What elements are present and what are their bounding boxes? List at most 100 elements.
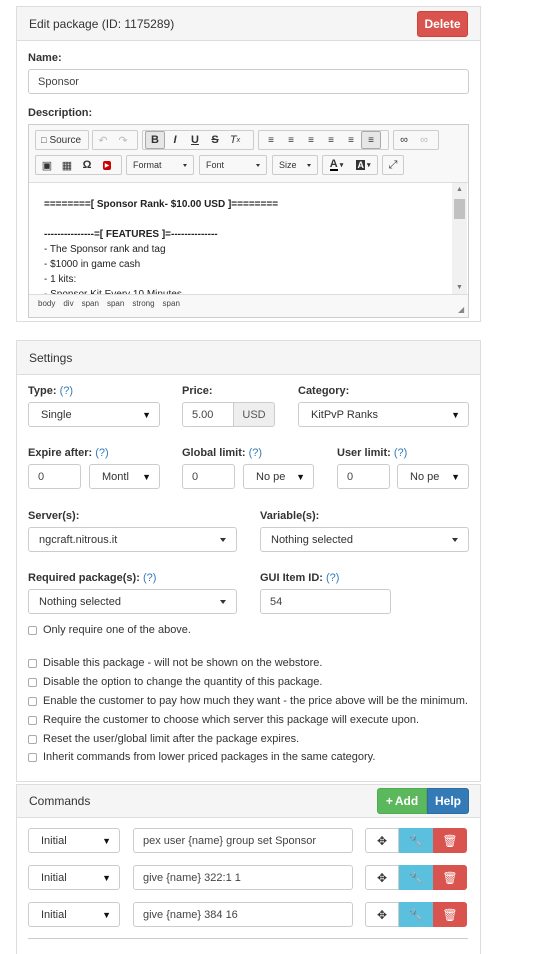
underline-icon[interactable]: U	[185, 131, 205, 149]
delete-command-button[interactable]: 🗑	[433, 828, 467, 853]
help-link[interactable]: (?)	[143, 572, 156, 584]
dropdown-arrow-icon: ▼	[102, 909, 111, 920]
trigger-select[interactable]: Initial ▼	[28, 828, 120, 853]
checkbox[interactable]	[28, 625, 37, 635]
checkbox[interactable]	[28, 734, 37, 744]
move-button[interactable]: ✥	[365, 902, 399, 927]
edit-button[interactable]: 🔧	[399, 828, 433, 853]
help-link[interactable]: (?)	[326, 572, 339, 584]
option-checkbox[interactable]: Disable this package - will not be shown…	[28, 657, 322, 669]
trigger-select[interactable]: Initial ▼	[28, 865, 120, 890]
link-icon[interactable]: ∞	[394, 131, 414, 149]
option-checkbox[interactable]: Inherit commands from lower priced packa…	[28, 751, 375, 763]
scroll-up-icon[interactable]: ▲	[456, 186, 463, 193]
help-link[interactable]: (?)	[95, 447, 108, 459]
path-item[interactable]: body	[38, 299, 55, 308]
source-button[interactable]: □ Source	[35, 130, 89, 150]
italic-icon[interactable]: I	[165, 131, 185, 149]
resize-handle-icon[interactable]: ◢	[458, 305, 464, 314]
delete-command-button[interactable]: 🗑	[433, 865, 467, 890]
edit-button[interactable]: 🔧	[399, 902, 433, 927]
global-limit-period-select[interactable]: No pe ▼	[243, 464, 314, 489]
editor-content[interactable]: ========[ Sponsor Rank- $10.00 USD ]====…	[29, 182, 468, 295]
editor-line: ---------------=[ FEATURES ]=-----------…	[44, 229, 218, 240]
command-input[interactable]: give {name} 384 16	[133, 902, 353, 927]
move-button[interactable]: ✥	[365, 865, 399, 890]
edit-button[interactable]: 🔧	[399, 865, 433, 890]
checkbox[interactable]	[28, 677, 37, 687]
special-char-icon[interactable]: Ω	[77, 156, 97, 174]
checkbox[interactable]	[28, 715, 37, 725]
variables-value: Nothing selected	[271, 533, 353, 546]
command-input[interactable]: give {name} 322:1 1	[133, 865, 353, 890]
path-item[interactable]: strong	[132, 299, 154, 308]
text-color-icon[interactable]: A ▾	[323, 156, 350, 174]
required-select[interactable]: Nothing selected	[28, 589, 237, 614]
trigger-select[interactable]: Initial ▼	[28, 902, 120, 927]
undo-icon[interactable]: ↶	[93, 131, 113, 149]
align-right-icon[interactable]: ≡	[341, 131, 361, 149]
help-button[interactable]: Help	[427, 788, 469, 814]
font-dropdown[interactable]: Font	[199, 155, 267, 175]
panel-header: Edit package (ID: 1175289) Delete	[17, 7, 480, 41]
user-limit-period-select[interactable]: No pe ▼	[397, 464, 469, 489]
trigger-value: Initial	[41, 871, 67, 884]
option-checkbox[interactable]: Reset the user/global limit after the pa…	[28, 733, 299, 745]
table-icon[interactable]: ▦	[57, 156, 77, 174]
option-checkbox[interactable]: Disable the option to change the quantit…	[28, 676, 322, 688]
bg-color-icon[interactable]: A ▾	[350, 156, 377, 174]
image-icon[interactable]: ▣	[37, 156, 57, 174]
bullet-list-icon[interactable]: ≡	[281, 131, 301, 149]
dropdown-arrow-icon: ▼	[142, 409, 151, 420]
name-input[interactable]: Sponsor	[28, 69, 469, 94]
move-button[interactable]: ✥	[365, 828, 399, 853]
price-label: Price:	[182, 385, 213, 397]
commands-title: Commands	[29, 794, 91, 808]
youtube-icon[interactable]: ▶	[97, 156, 117, 174]
delete-button[interactable]: Delete	[417, 10, 468, 37]
help-link[interactable]: (?)	[249, 447, 262, 459]
remove-format-icon[interactable]: Tx	[225, 131, 245, 149]
align-left-icon[interactable]: ≡	[301, 131, 321, 149]
user-limit-input[interactable]: 0	[337, 464, 390, 489]
path-item[interactable]: span	[107, 299, 124, 308]
unlink-icon[interactable]: ∞	[414, 131, 434, 149]
type-select[interactable]: Single ▼	[28, 402, 160, 427]
only-require-one-checkbox[interactable]: Only require one of the above.	[28, 624, 191, 636]
command-input[interactable]: pex user {name} group set Sponsor	[133, 828, 353, 853]
scroll-down-icon[interactable]: ▼	[456, 284, 463, 291]
help-link[interactable]: (?)	[60, 385, 73, 397]
path-item[interactable]: div	[63, 299, 73, 308]
checkbox[interactable]	[28, 696, 37, 706]
delete-command-button[interactable]: 🗑	[433, 902, 467, 927]
size-dropdown[interactable]: Size	[272, 155, 318, 175]
path-item[interactable]: span	[163, 299, 180, 308]
price-input[interactable]: 5.00	[182, 402, 234, 427]
gui-item-input[interactable]: 54	[260, 589, 391, 614]
strikethrough-icon[interactable]: S	[205, 131, 225, 149]
path-item[interactable]: span	[82, 299, 99, 308]
option-checkbox[interactable]: Require the customer to choose which ser…	[28, 714, 419, 726]
add-command-button[interactable]: + Add	[377, 788, 427, 814]
align-center-icon[interactable]: ≡	[321, 131, 341, 149]
format-dropdown[interactable]: Format	[126, 155, 194, 175]
editor-scrollbar[interactable]: ▲ ▼	[452, 183, 467, 294]
global-limit-input[interactable]: 0	[182, 464, 235, 489]
servers-select[interactable]: ngcraft.nitrous.it	[28, 527, 237, 552]
justify-icon[interactable]: ≡	[361, 131, 381, 149]
trigger-value: Initial	[41, 908, 67, 921]
checkbox[interactable]	[28, 658, 37, 668]
expire-input[interactable]: 0	[28, 464, 81, 489]
numbered-list-icon[interactable]: ≡	[261, 131, 281, 149]
checkbox[interactable]	[28, 752, 37, 762]
help-link[interactable]: (?)	[394, 447, 407, 459]
maximize-button[interactable]: ⤢	[382, 155, 404, 175]
global-limit-label: Global limit: (?)	[182, 447, 263, 459]
scroll-thumb[interactable]	[454, 199, 465, 219]
option-checkbox[interactable]: Enable the customer to pay how much they…	[28, 695, 468, 707]
expire-unit-select[interactable]: Montl ▼	[89, 464, 160, 489]
category-select[interactable]: KitPvP Ranks ▼	[298, 402, 469, 427]
bold-icon[interactable]: B	[145, 131, 165, 149]
variables-select[interactable]: Nothing selected	[260, 527, 469, 552]
redo-icon[interactable]: ↷	[113, 131, 133, 149]
